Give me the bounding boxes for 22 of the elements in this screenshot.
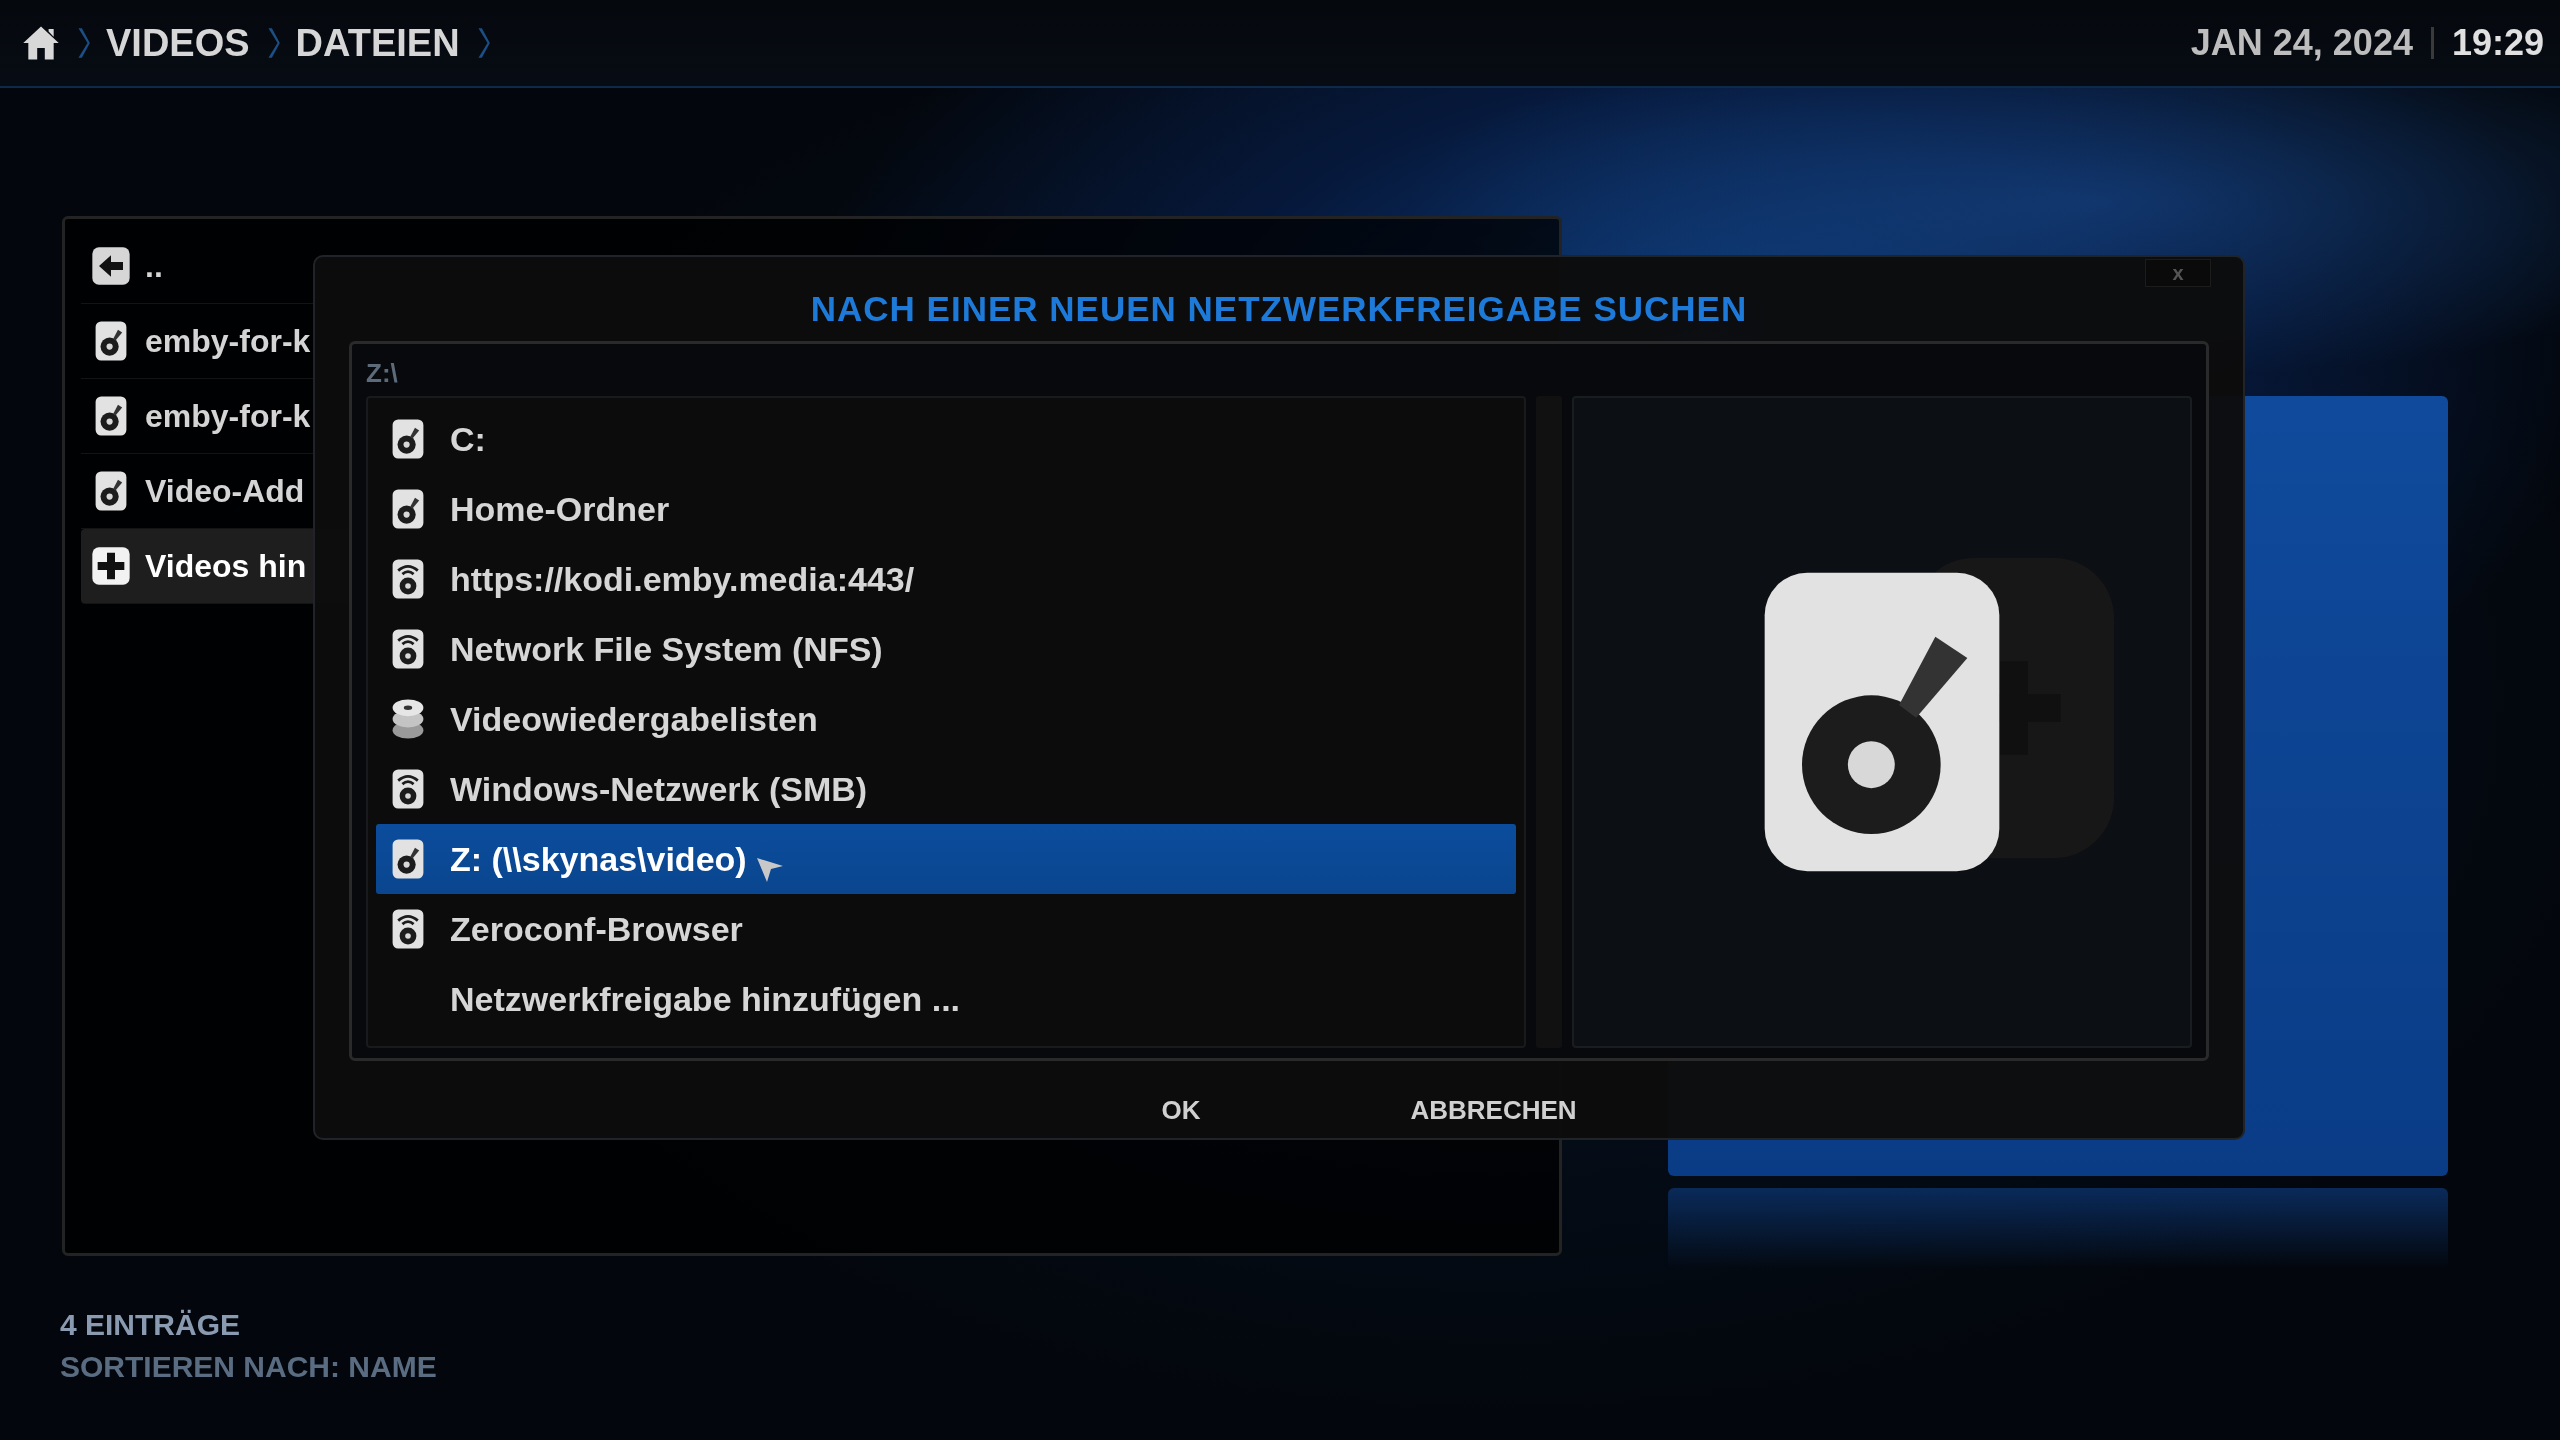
source-item[interactable]: Z: (\\skynas\video) (376, 824, 1516, 894)
chevron-icon (76, 26, 90, 60)
dialog-button[interactable]: OK (1151, 1089, 1211, 1132)
path-label: Z:\ (366, 358, 399, 390)
source-item[interactable]: Windows-Netzwerk (SMB) (376, 754, 1516, 824)
breadcrumb-item[interactable]: DATEIEN (295, 21, 460, 65)
home-icon[interactable] (22, 25, 60, 61)
source-item[interactable]: Zeroconf-Browser (376, 894, 1516, 964)
source-item[interactable]: Netzwerkfreigabe hinzufügen ... (376, 964, 1516, 1034)
date-label: JAN 24, 2024 (2190, 22, 2413, 64)
sort-label: SORTIEREN NACH: NAME (60, 1350, 437, 1384)
add-icon (91, 545, 131, 587)
source-item[interactable]: Home-Ordner (376, 474, 1516, 544)
time-label: 19:29 (2451, 22, 2544, 64)
source-item[interactable]: C: (376, 404, 1516, 474)
breadcrumb-item[interactable]: VIDEOS (106, 21, 250, 65)
source-item[interactable]: Network File System (NFS) (376, 614, 1516, 684)
dialog-button[interactable]: ABBRECHEN (1400, 1089, 1587, 1132)
source-item[interactable]: https://kodi.emby.media:443/ (376, 544, 1516, 614)
item-count: 4 EINTRÄGE (60, 1308, 242, 1342)
dialog-title: NACH EINER NEUEN NETZWERKFREIGABE SUCHEN (810, 289, 1748, 329)
source-item[interactable]: Videowiedergabelisten (376, 684, 1516, 754)
